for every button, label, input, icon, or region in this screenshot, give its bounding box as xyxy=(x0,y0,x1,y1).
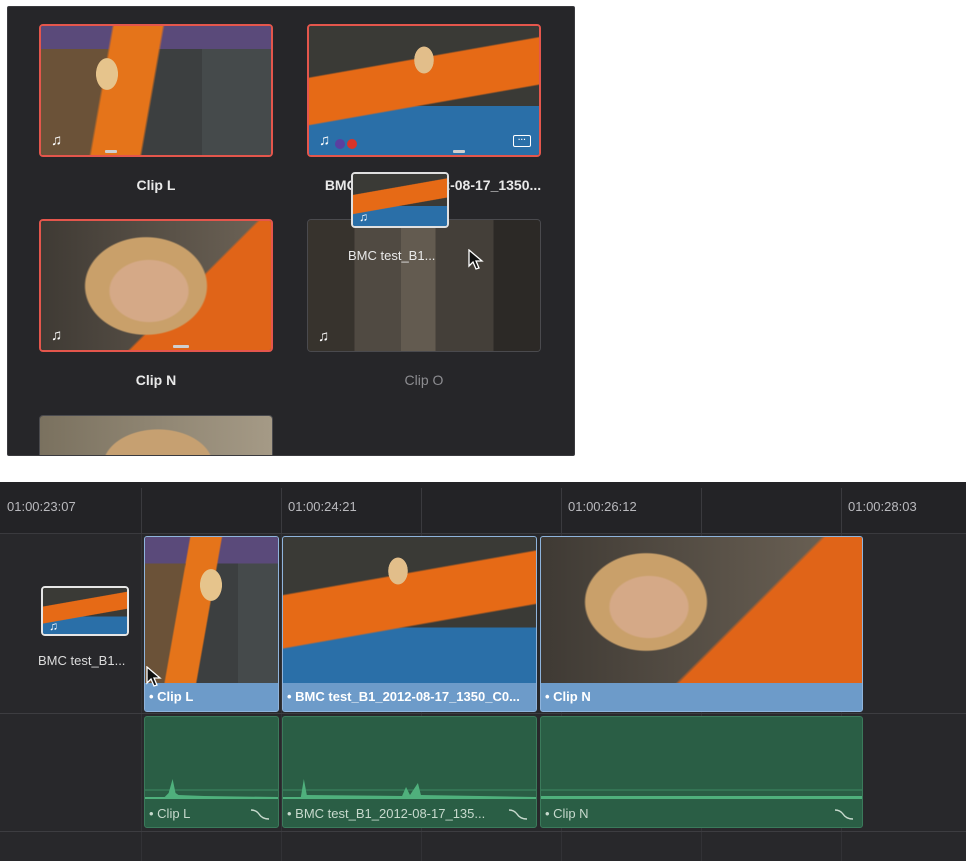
ruler-tick xyxy=(841,488,842,534)
music-note-icon: ♫ xyxy=(51,132,63,149)
timecode-ruler[interactable]: 01:00:23:07 01:00:24:21 01:00:26:12 01:0… xyxy=(0,482,966,534)
video-clip-label: • Clip N xyxy=(541,683,862,711)
volume-curve-icon[interactable] xyxy=(834,807,854,821)
drop-preview-thumbnail: ♫ xyxy=(41,586,129,636)
scrub-indicator xyxy=(453,150,465,153)
video-clip-frames xyxy=(145,537,278,683)
drag-preview-thumbnail: ♫ xyxy=(351,172,449,228)
music-note-icon: ♫ xyxy=(359,210,368,224)
audio-clip-label: • Clip N xyxy=(545,806,589,821)
clip-label-o: Clip O xyxy=(404,372,444,388)
clip-thumbnail-image xyxy=(308,220,540,351)
pool-balls xyxy=(335,139,357,149)
timecode-label: 01:00:24:21 xyxy=(288,499,357,514)
video-clip-n[interactable]: • Clip N xyxy=(540,536,863,712)
volume-curve-icon[interactable] xyxy=(508,807,528,821)
clip-label-l: Clip L xyxy=(136,177,176,193)
music-note-icon: ♫ xyxy=(51,327,63,344)
ruler-tick xyxy=(561,488,562,534)
ruler-tick xyxy=(421,488,422,534)
video-clip-frames xyxy=(283,537,536,683)
video-clip-label: • BMC test_B1_2012-08-17_1350_C0... xyxy=(283,683,536,711)
music-note-icon: ♫ xyxy=(49,619,58,633)
clip-thumbnail-n[interactable]: ♫ xyxy=(39,219,273,352)
music-note-icon: ♫ xyxy=(319,132,331,149)
scrub-indicator xyxy=(173,345,189,348)
timecode-label: 01:00:26:12 xyxy=(568,499,637,514)
music-note-icon: ♫ xyxy=(318,328,330,345)
drag-overlay-name: BMC test_B1... xyxy=(348,248,436,263)
clip-thumbnail-bmc[interactable]: ♫ ··· xyxy=(307,24,541,157)
clip-thumbnail-image xyxy=(40,416,272,455)
audio-clip-l[interactable]: • Clip L xyxy=(144,716,279,828)
drop-preview-name: BMC test_B1... xyxy=(38,653,126,668)
more-options-icon[interactable]: ··· xyxy=(513,135,531,147)
timeline-panel: 01:00:23:07 01:00:24:21 01:00:26:12 01:0… xyxy=(0,482,966,861)
clip-thumbnail-image xyxy=(309,26,539,155)
media-pool-panel: ♫ Clip L ♫ ··· BMC test_B1_2012-08-17_13… xyxy=(7,6,575,456)
video-clip-l[interactable]: • Clip L xyxy=(144,536,279,712)
audio-clip-bmc[interactable]: • BMC test_B1_2012-08-17_135... xyxy=(282,716,537,828)
scrub-indicator xyxy=(105,150,117,153)
audio-clip-label: • Clip L xyxy=(149,806,191,821)
mouse-pointer-icon xyxy=(146,666,162,687)
audio-clip-label: • BMC test_B1_2012-08-17_135... xyxy=(287,806,486,821)
video-clip-bmc[interactable]: • BMC test_B1_2012-08-17_1350_C0... xyxy=(282,536,537,712)
clip-thumbnail-l[interactable]: ♫ xyxy=(39,24,273,157)
timecode-label: 01:00:23:07 xyxy=(7,499,76,514)
video-clip-frames xyxy=(541,537,862,683)
clip-label-n: Clip N xyxy=(135,372,177,388)
audio-waveform xyxy=(541,789,862,799)
audio-waveform xyxy=(145,779,278,799)
audio-clip-n[interactable]: • Clip N xyxy=(540,716,863,828)
ruler-tick xyxy=(701,488,702,534)
ruler-tick xyxy=(281,488,282,534)
clip-thumbnail-p[interactable] xyxy=(39,415,273,455)
timecode-label: 01:00:28:03 xyxy=(848,499,917,514)
mouse-pointer-icon xyxy=(468,249,484,270)
clip-thumbnail-o[interactable]: BMC test_B1... ♫ xyxy=(307,219,541,352)
video-clip-label: • Clip L xyxy=(145,683,278,711)
volume-curve-icon[interactable] xyxy=(250,807,270,821)
clip-thumbnail-image xyxy=(41,26,271,155)
audio-waveform xyxy=(283,779,536,799)
clip-thumbnail-image xyxy=(41,221,271,350)
ruler-tick xyxy=(141,488,142,534)
